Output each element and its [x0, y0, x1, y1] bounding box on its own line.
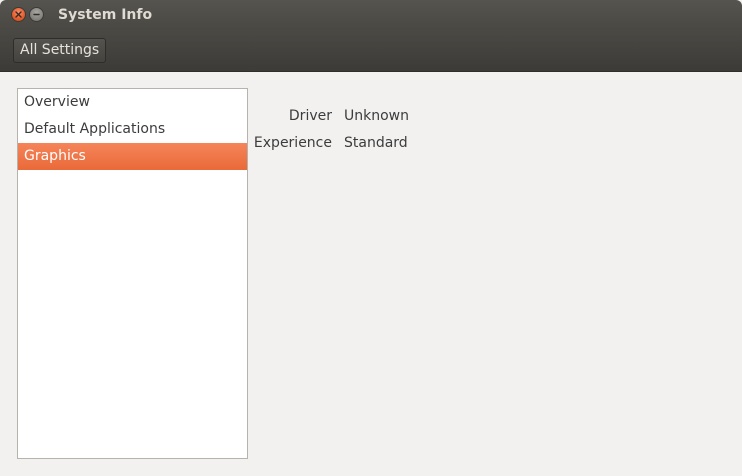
close-icon[interactable] [11, 7, 26, 22]
sidebar-list[interactable]: Overview Default Applications Graphics [17, 88, 248, 459]
driver-label: Driver [288, 108, 332, 124]
all-settings-button[interactable]: All Settings [13, 38, 107, 63]
toolbar: All Settings [0, 30, 742, 72]
window-title: System Info [58, 7, 153, 23]
titlebar[interactable]: System Info [0, 0, 742, 30]
sidebar-item-overview[interactable]: Overview [18, 89, 247, 116]
sidebar-item-default-applications[interactable]: Default Applications [18, 116, 247, 143]
experience-value: Standard [344, 135, 408, 151]
minimize-icon[interactable] [29, 7, 44, 22]
experience-label: Experience [253, 135, 332, 151]
system-info-window: System Info All Settings Overview Defaul… [0, 0, 742, 476]
sidebar-item-graphics[interactable]: Graphics [18, 143, 247, 170]
driver-value: Unknown [344, 108, 409, 124]
